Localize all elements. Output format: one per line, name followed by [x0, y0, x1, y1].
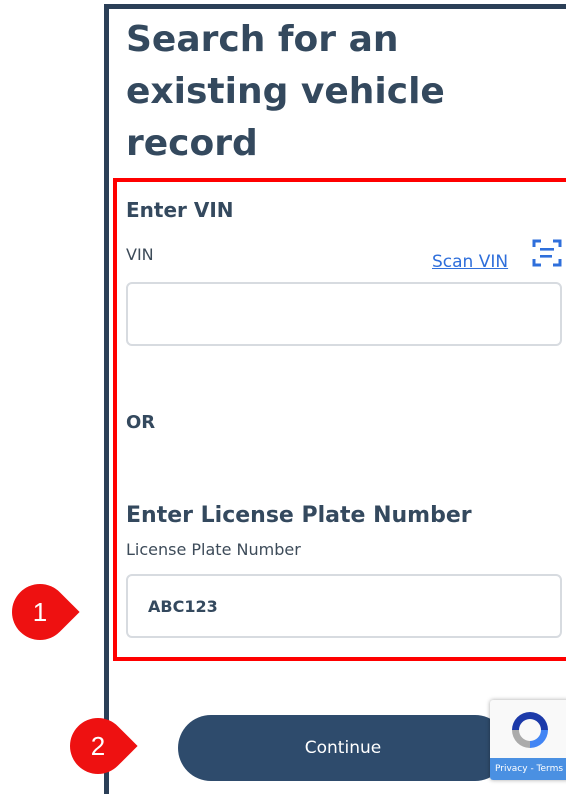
recaptcha-badge[interactable]: Privacy - Terms	[490, 700, 566, 780]
callout-number-2: 2	[90, 731, 106, 761]
license-plate-section-heading: Enter License Plate Number	[126, 503, 472, 528]
scan-vin-link[interactable]: Scan VIN	[432, 252, 508, 272]
or-separator: OR	[126, 412, 156, 433]
callout-number-1: 1	[32, 597, 48, 627]
vin-field-label: VIN	[126, 245, 154, 264]
license-plate-input[interactable]	[126, 574, 562, 638]
license-plate-field-label: License Plate Number	[126, 540, 301, 559]
scan-document-icon[interactable]	[531, 237, 563, 269]
vin-input[interactable]	[126, 282, 562, 346]
continue-button[interactable]: Continue	[178, 715, 508, 781]
vin-section-heading: Enter VIN	[126, 198, 234, 222]
recaptcha-icon	[512, 712, 548, 748]
recaptcha-links[interactable]: Privacy - Terms	[490, 758, 566, 780]
page-title: Search for an existing vehicle record	[126, 19, 445, 164]
